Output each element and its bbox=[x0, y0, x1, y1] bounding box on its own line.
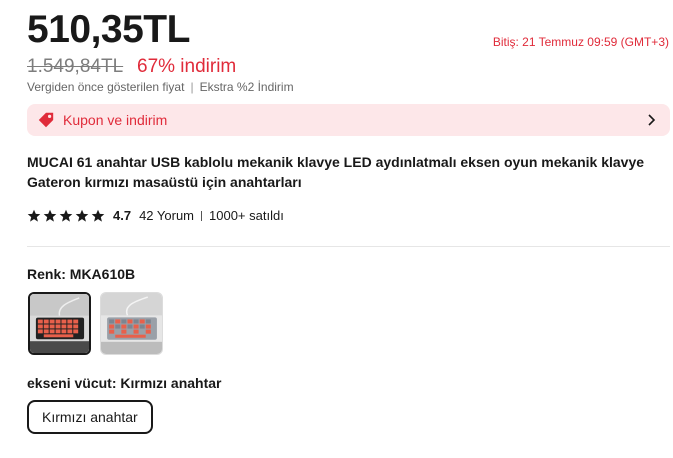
star-icon bbox=[43, 209, 57, 222]
tag-icon bbox=[37, 111, 55, 129]
star-icon bbox=[27, 209, 41, 222]
rating-separator bbox=[201, 210, 203, 221]
color-swatch-black[interactable] bbox=[28, 292, 91, 355]
sold-count: 1000+ satıldı bbox=[209, 208, 284, 223]
color-label: Renk: MKA610B bbox=[27, 266, 136, 282]
section-divider bbox=[27, 246, 670, 247]
axis-body-label: ekseni vücut: Kırmızı anahtar bbox=[27, 375, 222, 391]
star-icon bbox=[59, 209, 73, 222]
extra-discount-note: Ekstra %2 İndirim bbox=[199, 80, 294, 94]
price-subinfo: Vergiden önce gösterilen fiyat | Ekstra … bbox=[27, 80, 294, 94]
coupon-label: Kupon ve indirim bbox=[63, 112, 168, 128]
discount-label: 67% indirim bbox=[137, 56, 237, 77]
tax-note: Vergiden önce gösterilen fiyat bbox=[27, 80, 185, 94]
product-title: MUCAI 61 anahtar USB kablolu mekanik kla… bbox=[27, 154, 645, 190]
rating-row[interactable]: 4.7 42 Yorum 1000+ satıldı bbox=[27, 208, 284, 223]
star-icon bbox=[75, 209, 89, 222]
star-icon bbox=[91, 209, 105, 222]
chevron-right-icon bbox=[644, 113, 658, 127]
original-price: 1.549,84TL bbox=[27, 56, 124, 77]
coupon-banner[interactable]: Kupon ve indirim bbox=[27, 104, 670, 136]
current-price: 510,35TL bbox=[27, 8, 190, 51]
review-count[interactable]: 42 Yorum bbox=[139, 208, 194, 223]
red-switch-option-button[interactable]: Kırmızı anahtar bbox=[27, 400, 153, 434]
rating-score: 4.7 bbox=[113, 208, 132, 223]
sale-end-time: Bitiş: 21 Temmuz 09:59 (GMT+3) bbox=[492, 35, 669, 49]
subinfo-separator: | bbox=[190, 80, 194, 94]
color-swatch-grey[interactable] bbox=[100, 292, 163, 355]
star-rating bbox=[27, 209, 105, 223]
